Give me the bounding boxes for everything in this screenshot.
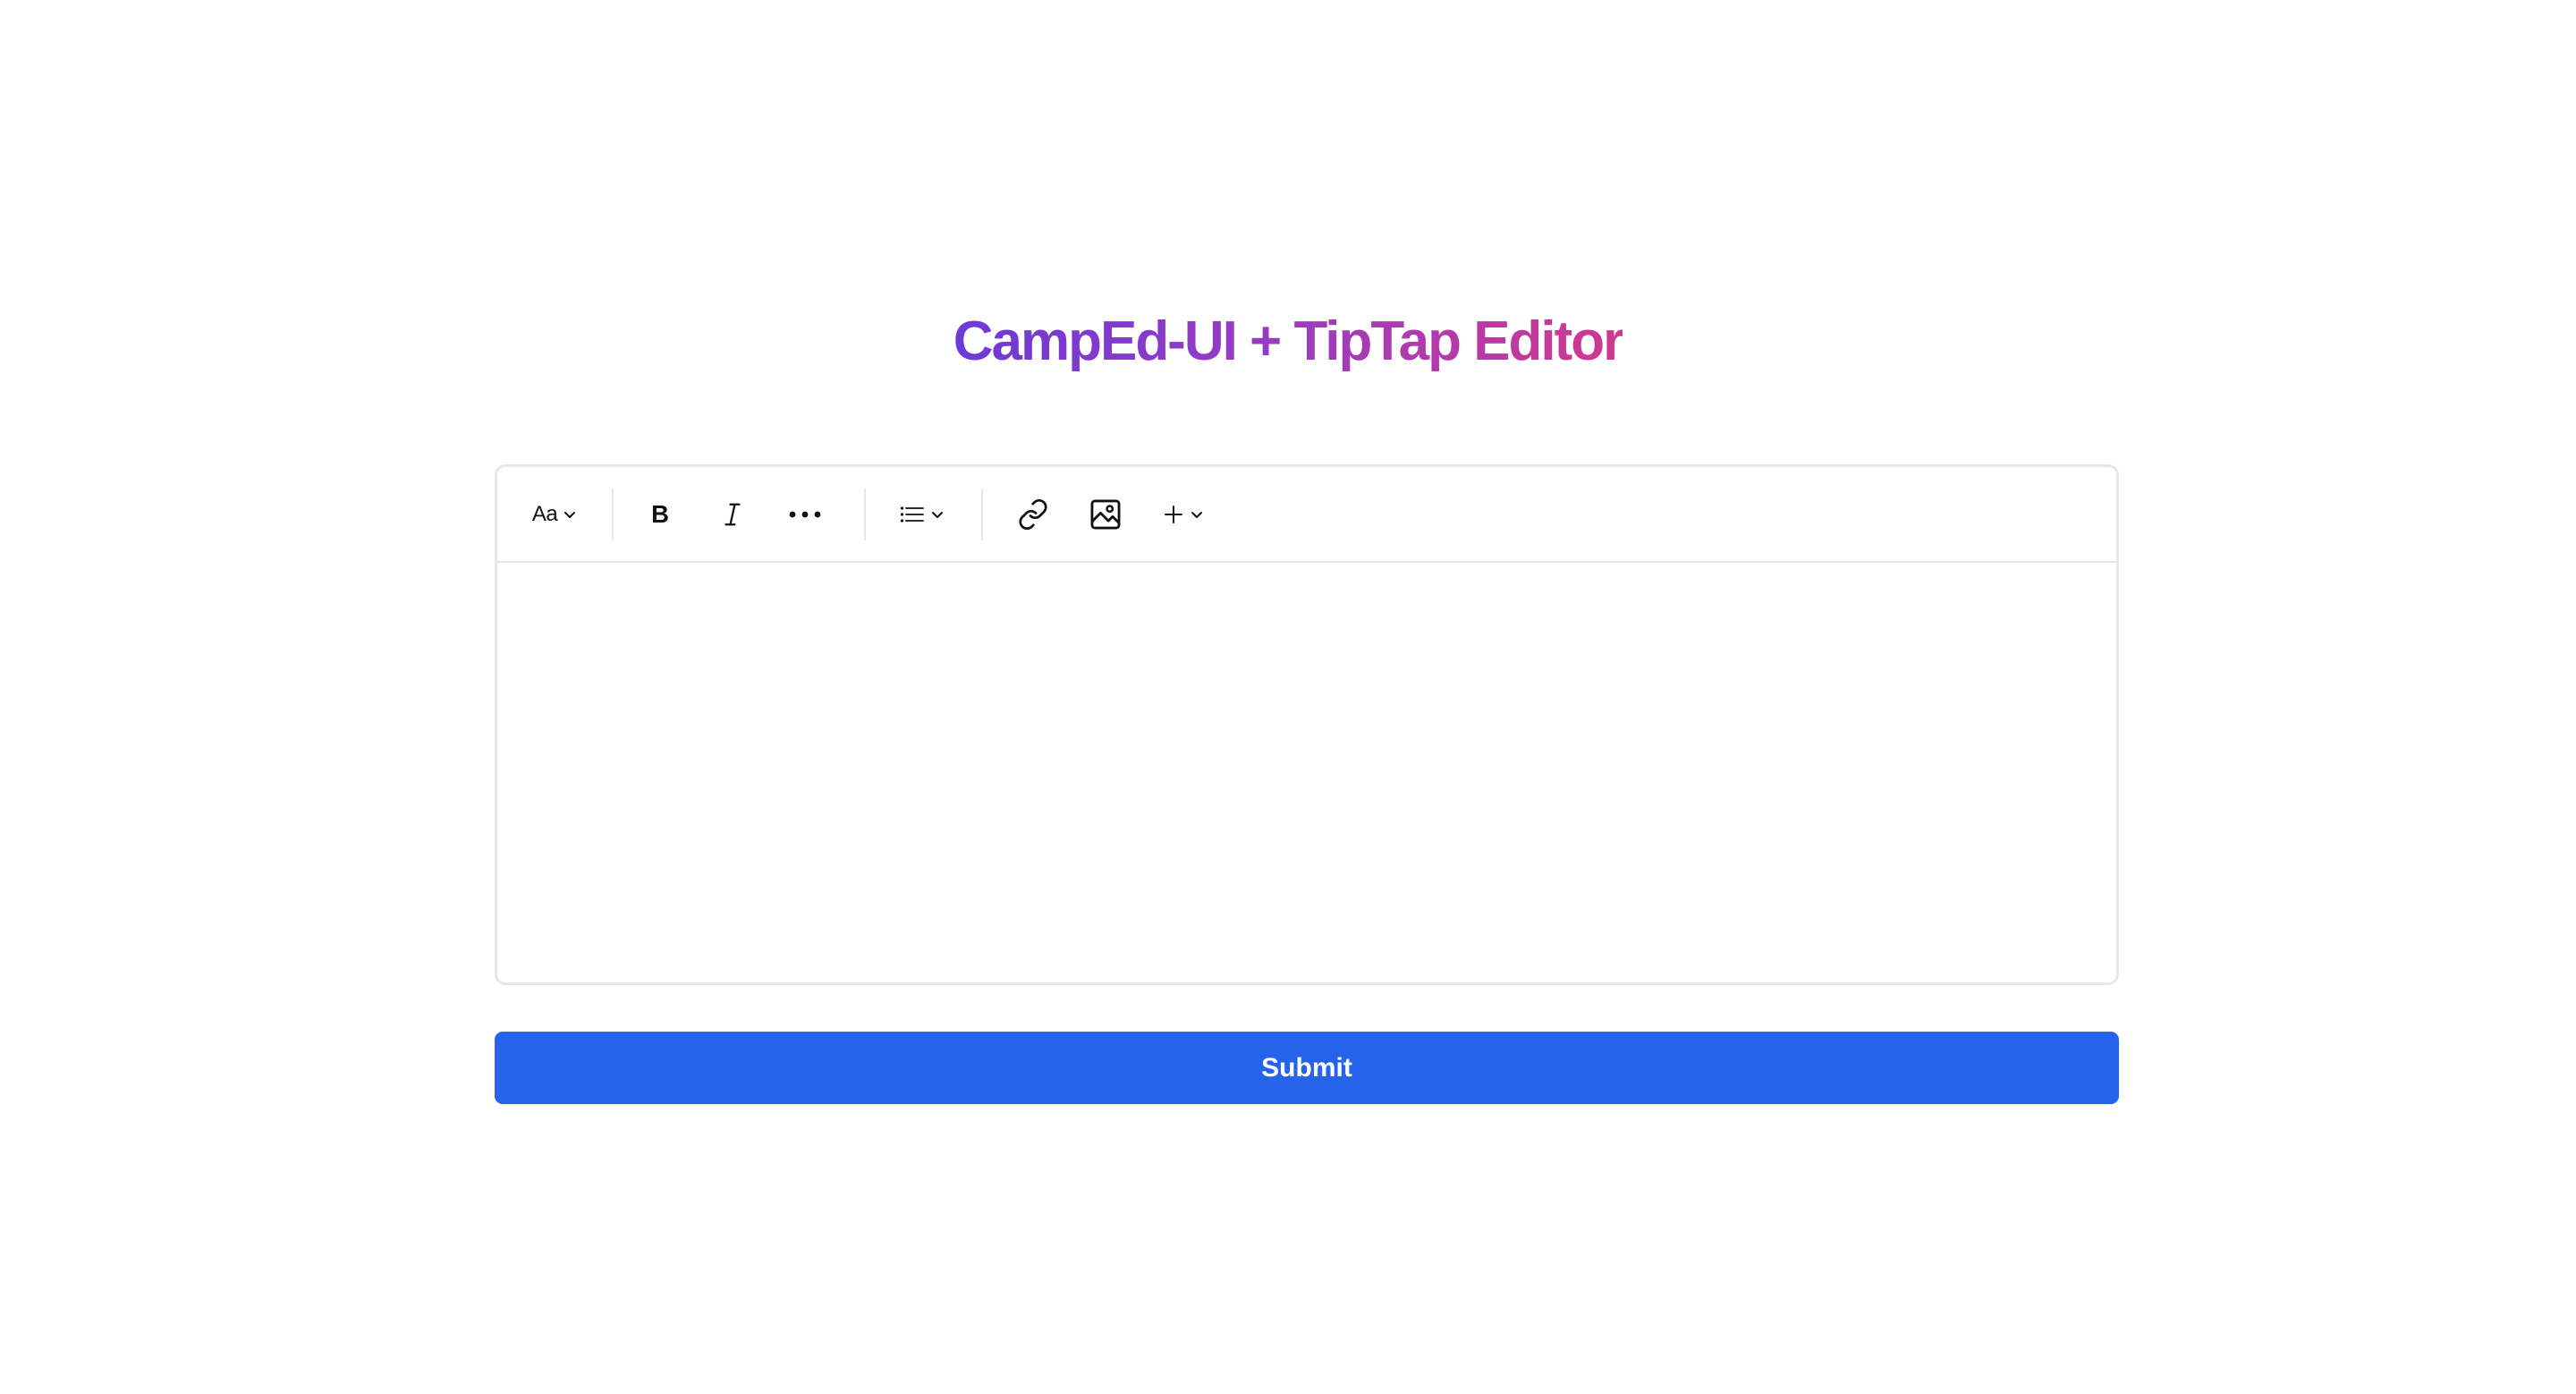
more-horizontal-icon [787,509,823,520]
toolbar-divider [612,489,614,540]
svg-text:B: B [651,501,669,528]
link-icon [1017,498,1049,531]
chevron-down-icon [930,507,945,522]
italic-button[interactable] [708,490,757,539]
chevron-down-icon [563,507,577,522]
toolbar-divider [864,489,866,540]
editor-content-area[interactable] [497,563,2116,982]
chevron-down-icon [1190,507,1204,522]
page-title: CampEd-UI + TipTap Editor [0,306,2576,378]
more-formatting-button[interactable] [781,490,829,539]
submit-button[interactable]: Submit [495,1032,2119,1104]
list-icon [900,505,925,524]
link-button[interactable] [1009,490,1057,539]
text-style-dropdown[interactable]: Aa [526,490,583,539]
italic-icon [719,501,746,528]
page-title-text: CampEd-UI + TipTap Editor [953,310,1625,372]
plus-icon [1163,504,1184,525]
editor-toolbar: Aa B [497,467,2116,563]
bold-icon: B [647,501,674,528]
text-style-label: Aa [531,502,558,526]
toolbar-divider [981,489,983,540]
image-icon [1089,497,1123,531]
page: CampEd-UI + TipTap Editor Aa B Submit [0,0,2576,1394]
rich-text-editor: Aa B [495,464,2119,985]
insert-dropdown[interactable] [1155,490,1212,539]
list-dropdown[interactable] [895,490,949,539]
bold-button[interactable]: B [636,490,684,539]
insert-image-button[interactable] [1081,490,1130,539]
